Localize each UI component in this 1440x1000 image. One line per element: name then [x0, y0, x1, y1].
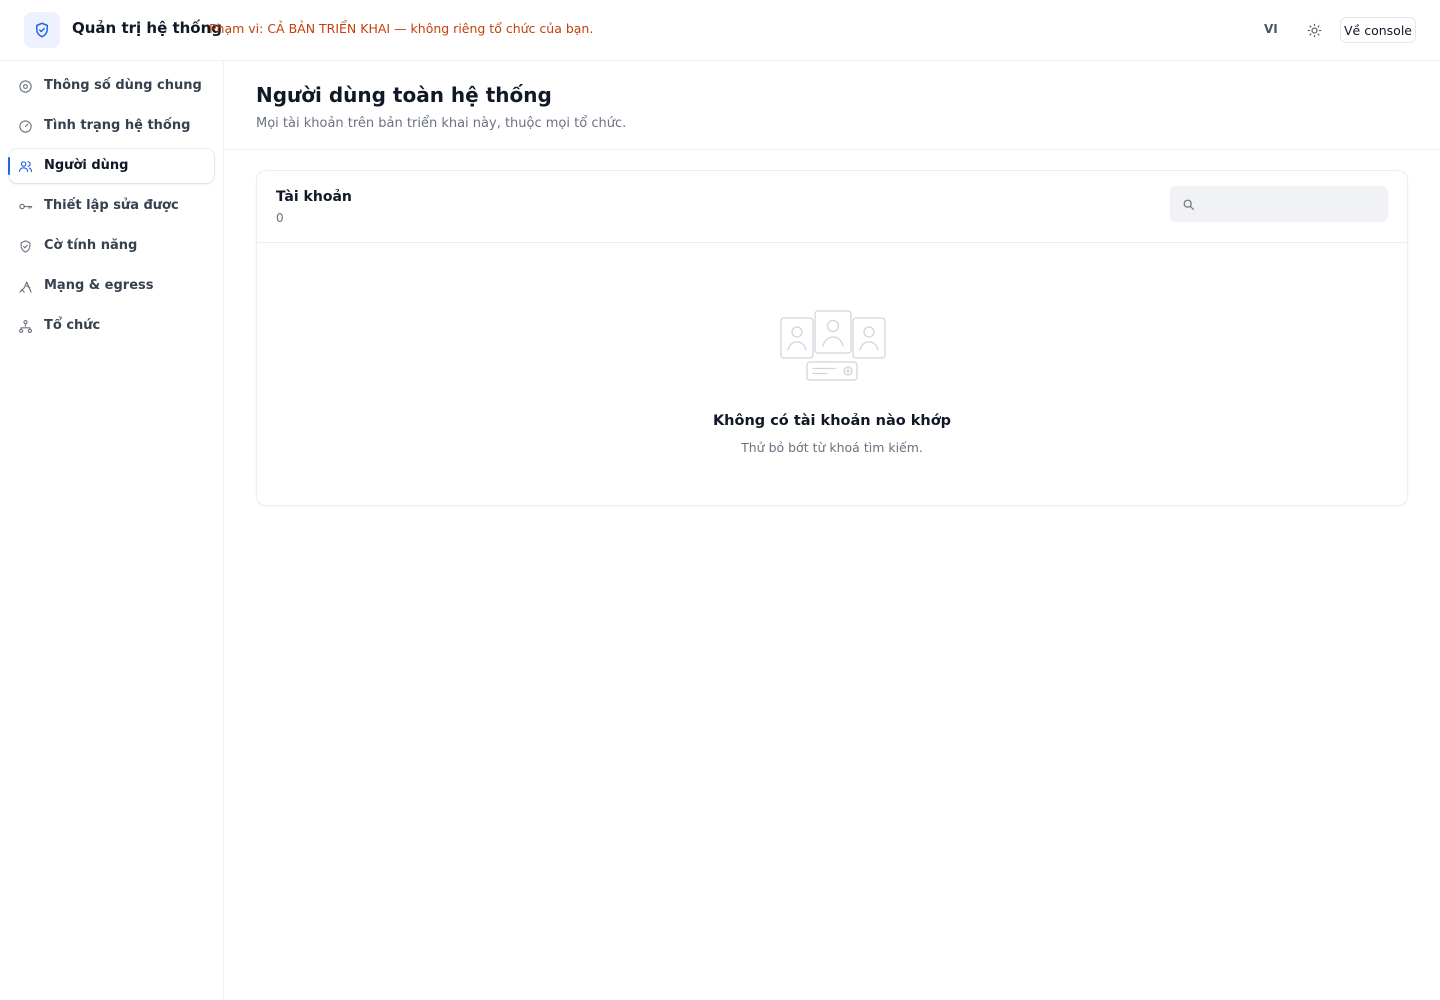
- empty-state-subtitle: Thử bỏ bớt từ khoá tìm kiếm.: [741, 440, 923, 455]
- empty-users-illustration-icon: [780, 310, 886, 381]
- sidebar-item-label: Cờ tính năng: [44, 238, 138, 253]
- sidebar-item-editable-settings[interactable]: Thiết lập sửa được: [9, 189, 214, 223]
- top-bar: Quản trị hệ thống Phạm vi: CẢ BẢN TRIỂN …: [0, 0, 1440, 61]
- sidebar-item-label: Thông số dùng chung: [44, 78, 202, 93]
- sidebar-item-label: Mạng & egress: [44, 278, 154, 293]
- page-title: Người dùng toàn hệ thống: [256, 83, 552, 107]
- accounts-card-header: Tài khoản 0: [257, 171, 1407, 243]
- back-to-console-button[interactable]: Về console: [1340, 17, 1416, 43]
- sidebar-item-feature-flags[interactable]: Cờ tính năng: [9, 229, 214, 263]
- key-icon: [18, 199, 33, 214]
- active-indicator: [8, 157, 10, 175]
- users-icon: [18, 159, 33, 174]
- theme-toggle-button[interactable]: [1303, 19, 1325, 41]
- sidebar-item-network-egress[interactable]: Mạng & egress: [9, 269, 214, 303]
- search-input[interactable]: [1201, 193, 1381, 215]
- shield-check-icon: [36, 22, 48, 38]
- search-box[interactable]: [1170, 186, 1388, 222]
- network-icon: [18, 279, 33, 294]
- sidebar-item-label: Người dùng: [44, 158, 129, 173]
- sidebar-item-users[interactable]: Người dùng: [8, 149, 214, 183]
- sidebar-item-general-settings[interactable]: Thông số dùng chung: [9, 69, 214, 103]
- sidebar-item-organizations[interactable]: Tổ chức: [9, 309, 214, 343]
- sidebar-item-system-status[interactable]: Tình trạng hệ thống: [9, 109, 214, 143]
- sidebar-item-label: Tổ chức: [44, 318, 101, 333]
- accounts-card: Tài khoản 0 Không có tài khoản nào khớp …: [256, 170, 1408, 506]
- sidebar-item-label: Tình trạng hệ thống: [44, 118, 191, 133]
- app-title: Quản trị hệ thống: [72, 19, 223, 37]
- page-subtitle: Mọi tài khoản trên bản triển khai này, t…: [256, 116, 627, 131]
- page-header: Người dùng toàn hệ thống Mọi tài khoản t…: [224, 61, 1440, 150]
- gauge-icon: [18, 119, 33, 134]
- empty-state-title: Không có tài khoản nào khớp: [712, 413, 952, 429]
- accounts-title: Tài khoản: [276, 189, 352, 205]
- sidebar: Thông số dùng chung Tình trạng hệ thống …: [0, 61, 224, 1000]
- scope-warning: Phạm vi: CẢ BẢN TRIỂN KHAI — không riêng…: [209, 21, 594, 36]
- sidebar-item-label: Thiết lập sửa được: [44, 198, 179, 213]
- shield-icon: [18, 239, 33, 254]
- logo: [24, 12, 60, 48]
- sun-icon: [1307, 23, 1321, 37]
- settings-icon: [18, 79, 33, 94]
- org-tree-icon: [18, 319, 33, 334]
- language-switcher[interactable]: VI: [1264, 22, 1278, 36]
- search-icon: [1183, 199, 1194, 210]
- accounts-count: 0: [276, 211, 284, 225]
